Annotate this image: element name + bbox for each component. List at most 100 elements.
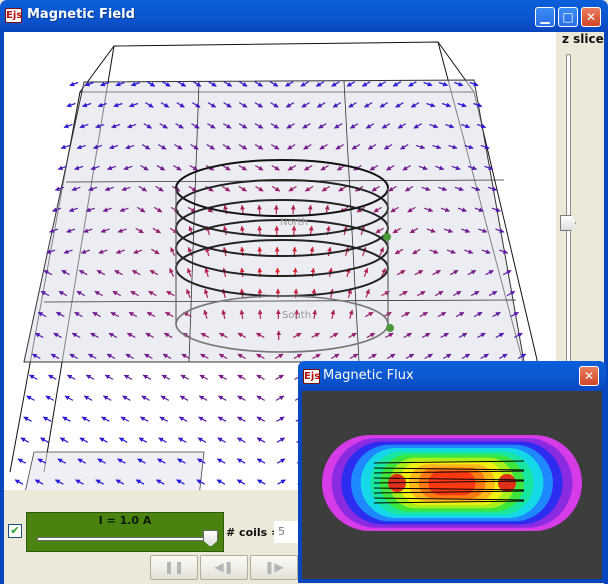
field-arrow xyxy=(48,374,57,380)
field-arrow xyxy=(275,395,285,401)
coil-lead-marker xyxy=(386,324,394,332)
window-title: Magnetic Field xyxy=(27,7,135,22)
coils-label: # coils = xyxy=(226,526,281,539)
field-arrow xyxy=(199,374,209,380)
field-arrow xyxy=(276,458,286,464)
z-slice-slider[interactable] xyxy=(566,54,571,374)
field-arrow xyxy=(66,102,76,108)
field-arrow xyxy=(198,416,207,422)
field-arrow xyxy=(142,374,152,380)
field-arrow xyxy=(237,416,246,422)
field-arrow xyxy=(236,437,246,443)
field-arrow xyxy=(218,374,227,380)
coil-lead-marker xyxy=(383,233,391,241)
field-arrow xyxy=(236,458,246,464)
step-forward-icon: ❚▶ xyxy=(264,560,284,574)
field-arrow xyxy=(197,437,207,443)
field-arrow xyxy=(217,437,226,443)
field-arrow xyxy=(139,416,149,422)
maximize-button[interactable]: □ xyxy=(558,7,578,27)
field-arrow xyxy=(118,437,128,443)
flux-contour-plot xyxy=(322,435,582,531)
minimize-button[interactable]: ▁ xyxy=(535,7,555,27)
field-arrow xyxy=(178,416,188,422)
flux-plot xyxy=(302,391,602,579)
flux-close-button[interactable]: ✕ xyxy=(579,366,599,386)
main-titlebar[interactable]: Ejs Magnetic Field ▁ □ ✕ xyxy=(0,0,608,32)
field-arrow xyxy=(99,437,108,443)
field-arrow xyxy=(217,416,227,422)
ejs-app-icon: Ejs xyxy=(303,369,321,384)
field-arrow xyxy=(138,437,148,443)
field-arrow xyxy=(42,416,52,422)
field-arrow xyxy=(236,479,246,485)
field-arrow xyxy=(69,81,79,87)
field-arrow xyxy=(256,458,266,464)
field-arrow xyxy=(141,395,150,401)
field-arrow xyxy=(59,437,69,443)
field-arrow xyxy=(14,479,24,485)
field-arrow xyxy=(257,204,262,215)
current-slider[interactable] xyxy=(37,537,213,541)
field-arrow xyxy=(45,395,54,401)
field-arrow xyxy=(85,374,95,380)
field-arrow xyxy=(23,416,32,422)
field-arrow xyxy=(158,437,167,443)
current-panel: I = 1.0 A xyxy=(26,512,224,552)
field-arrow xyxy=(237,374,246,380)
control-panel: ✔ I = 1.0 A # coils = 5 xyxy=(4,510,302,554)
close-button[interactable]: ✕ xyxy=(581,7,601,27)
field-arrow xyxy=(60,144,70,150)
pause-button[interactable]: ❚❚ xyxy=(150,555,198,580)
field-arrow xyxy=(81,416,91,422)
field-arrow xyxy=(63,123,73,129)
field-arrow xyxy=(122,395,131,401)
z-slice-slider-thumb[interactable] xyxy=(560,215,576,231)
field-arrow xyxy=(29,374,38,380)
field-arrow xyxy=(20,437,29,443)
field-arrow xyxy=(257,309,263,319)
field-arrow xyxy=(64,395,74,401)
current-slider-thumb[interactable] xyxy=(203,530,218,547)
field-arrow xyxy=(276,416,285,422)
field-arrow xyxy=(66,374,76,380)
field-arrow xyxy=(256,374,265,380)
field-arrow xyxy=(290,204,296,215)
lower-plane-fragment xyxy=(25,451,205,490)
field-arrow xyxy=(256,479,266,485)
field-arrow xyxy=(216,479,226,485)
field-arrow xyxy=(237,395,246,401)
pause-icon: ❚❚ xyxy=(163,560,185,574)
flux-titlebar[interactable]: Ejs Magnetic Flux ✕ xyxy=(298,361,606,391)
field-arrow xyxy=(123,374,133,380)
playback-controls: ❚❚ ◀❚ ❚▶ xyxy=(150,555,300,580)
field-arrow xyxy=(198,395,208,401)
field-arrow xyxy=(101,416,110,422)
field-arrow xyxy=(276,437,286,443)
ejs-app-icon: Ejs xyxy=(5,8,23,23)
field-arrow xyxy=(159,416,168,422)
field-arrow xyxy=(179,395,189,401)
field-arrow xyxy=(256,395,265,401)
north-pole-label: North xyxy=(280,217,308,228)
field-arrow xyxy=(26,395,35,401)
field-arrow xyxy=(79,437,89,443)
step-back-icon: ◀❚ xyxy=(214,560,234,574)
step-forward-button[interactable]: ❚▶ xyxy=(250,555,298,580)
field-arrow xyxy=(216,458,226,464)
field-arrow xyxy=(83,395,93,401)
field-arrow xyxy=(180,374,190,380)
field-arrow xyxy=(217,395,227,401)
current-label: I = 1.0 A xyxy=(98,514,152,527)
field-arrow xyxy=(102,395,112,401)
field-arrow xyxy=(177,437,187,443)
south-pole-label: South xyxy=(282,310,311,321)
z-slice-label: z slice xyxy=(562,32,604,46)
field-arrow xyxy=(160,395,170,401)
field-arrow xyxy=(292,246,297,257)
field-arrow xyxy=(40,437,49,443)
show-field-checkbox[interactable]: ✔ xyxy=(8,524,22,538)
field-arrow xyxy=(161,374,171,380)
step-back-button[interactable]: ◀❚ xyxy=(200,555,248,580)
magnetic-flux-window[interactable]: Ejs Magnetic Flux ✕ xyxy=(298,361,606,583)
